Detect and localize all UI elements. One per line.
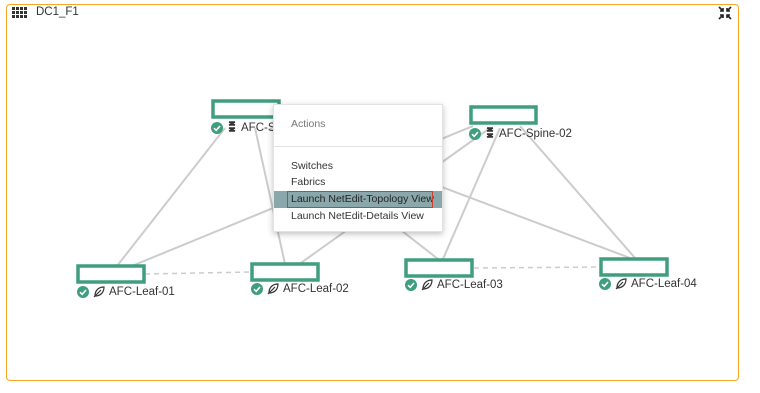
spine-icon xyxy=(486,127,494,138)
leaf01-label: AFC-Leaf-01 xyxy=(109,286,175,298)
link-leaf01-leaf02[interactable] xyxy=(144,271,252,275)
spine-icon xyxy=(228,121,236,132)
leaf02-label: AFC-Leaf-02 xyxy=(283,283,349,295)
leaf03-label: AFC-Leaf-03 xyxy=(437,279,503,291)
leaf04-node[interactable] xyxy=(599,257,669,277)
spine02-label: AFC-Spine-02 xyxy=(499,127,572,140)
menu-divider xyxy=(274,146,442,147)
spine02-node[interactable] xyxy=(469,105,538,125)
leaf-icon xyxy=(267,283,279,295)
spine01-label-group[interactable]: AFC-Sp xyxy=(211,121,282,134)
check-circle-icon xyxy=(211,121,223,134)
link-spine02-leaf03[interactable] xyxy=(442,127,501,260)
link-spine01-leaf01[interactable] xyxy=(116,127,226,267)
leaf02-label-group[interactable]: AFC-Leaf-02 xyxy=(251,283,349,295)
context-menu: Actions Switches Fabrics Launch NetEdit-… xyxy=(273,104,443,232)
leaf03-node[interactable] xyxy=(404,258,474,278)
leaf01-label-group[interactable]: AFC-Leaf-01 xyxy=(77,286,175,298)
link-leaf03-leaf04[interactable] xyxy=(473,266,601,269)
menu-item-launch-netedit-details[interactable]: Launch NetEdit-Details View xyxy=(274,208,442,225)
spine02-label-group[interactable]: AFC-Spine-02 xyxy=(469,127,572,140)
check-circle-icon xyxy=(251,283,263,295)
leaf01-node[interactable] xyxy=(76,264,146,284)
leaf-icon xyxy=(93,286,105,298)
check-circle-icon xyxy=(469,127,481,140)
check-circle-icon xyxy=(405,279,417,291)
spine01-node[interactable] xyxy=(211,99,281,119)
menu-item-fabrics[interactable]: Fabrics xyxy=(274,174,442,191)
menu-header: Actions xyxy=(291,118,326,130)
leaf03-label-group[interactable]: AFC-Leaf-03 xyxy=(405,279,503,291)
leaf-icon xyxy=(615,278,627,290)
leaf-icon xyxy=(421,279,433,291)
leaf02-node[interactable] xyxy=(250,262,320,282)
leaf04-label: AFC-Leaf-04 xyxy=(631,278,697,290)
menu-item-switches[interactable]: Switches xyxy=(274,158,442,175)
menu-item-launch-netedit-topology[interactable]: Launch NetEdit-Topology View xyxy=(274,191,442,208)
leaf04-label-group[interactable]: AFC-Leaf-04 xyxy=(599,278,697,290)
menu-item-label: Launch NetEdit-Topology View xyxy=(291,193,434,205)
check-circle-icon xyxy=(599,278,611,290)
check-circle-icon xyxy=(77,286,89,298)
